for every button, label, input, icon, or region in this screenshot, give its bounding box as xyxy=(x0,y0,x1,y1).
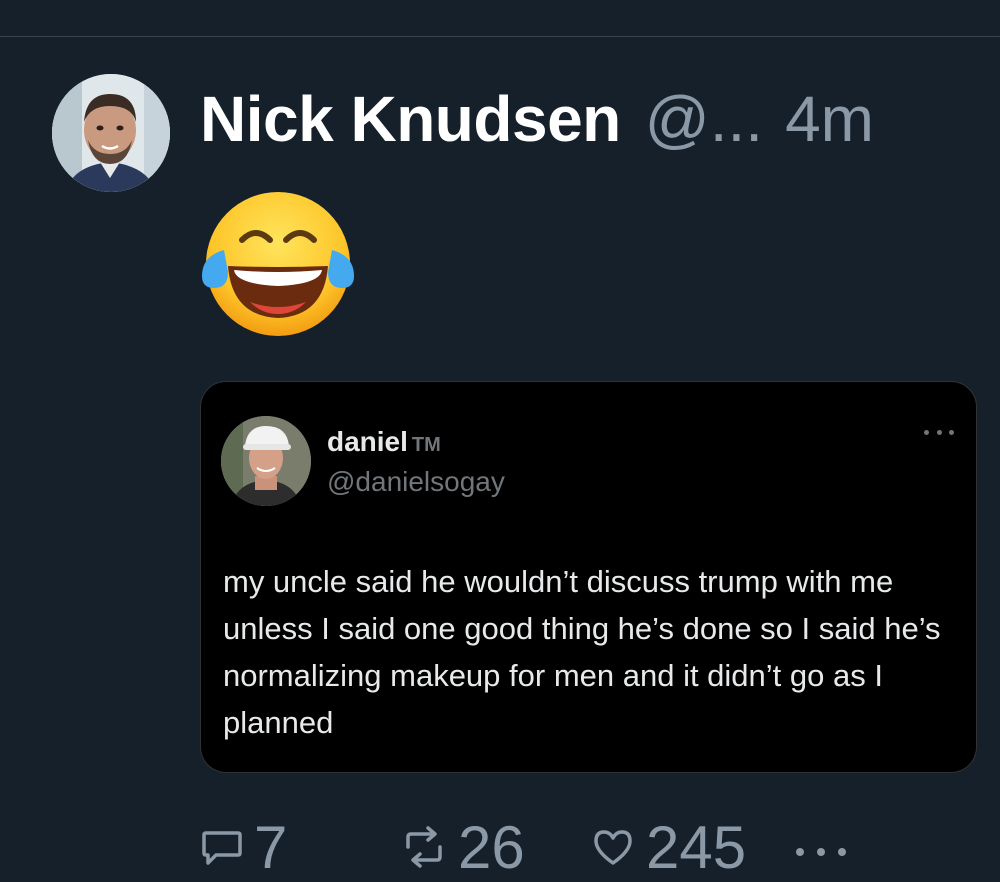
more-options-icon[interactable] xyxy=(796,846,846,858)
reply-icon xyxy=(202,831,242,865)
like-button[interactable]: 245 xyxy=(590,812,746,882)
heart-icon xyxy=(594,830,632,865)
quoted-author-name[interactable]: daniel TM xyxy=(327,426,441,458)
tweet-page: Nick Knudsen @... 4m daniel TM @danielso… xyxy=(0,0,1000,882)
like-count: 245 xyxy=(646,813,747,881)
repost-count: 26 xyxy=(458,813,525,881)
tweet-actions-bar: 7 26 245 xyxy=(200,812,900,882)
quoted-author-avatar[interactable] xyxy=(221,416,311,506)
quoted-more-icon[interactable] xyxy=(924,426,954,438)
author-handle[interactable]: @... xyxy=(645,82,763,156)
reply-count: 7 xyxy=(254,813,288,881)
quoted-avatar-image xyxy=(221,416,311,506)
top-divider xyxy=(0,36,1000,37)
reply-button[interactable]: 7 xyxy=(200,812,287,882)
quoted-author-name-suffix: TM xyxy=(411,434,441,456)
quoted-author-name-text: daniel xyxy=(327,426,408,457)
face-with-tears-of-joy-icon xyxy=(202,192,354,336)
author-avatar-image xyxy=(52,74,170,192)
repost-icon xyxy=(406,826,442,868)
author-name[interactable]: Nick Knudsen xyxy=(200,82,621,156)
quoted-tweet-card[interactable]: daniel TM @danielsogay my uncle said he w… xyxy=(200,381,977,773)
quoted-author-handle[interactable]: @danielsogay xyxy=(327,466,505,498)
author-avatar[interactable] xyxy=(52,74,170,192)
tweet-header: Nick Knudsen @... 4m xyxy=(200,82,874,162)
repost-button[interactable]: 26 xyxy=(400,812,525,882)
quoted-tweet-text: my uncle said he wouldn’t discuss trump … xyxy=(223,564,941,740)
post-timestamp[interactable]: 4m xyxy=(785,82,874,156)
